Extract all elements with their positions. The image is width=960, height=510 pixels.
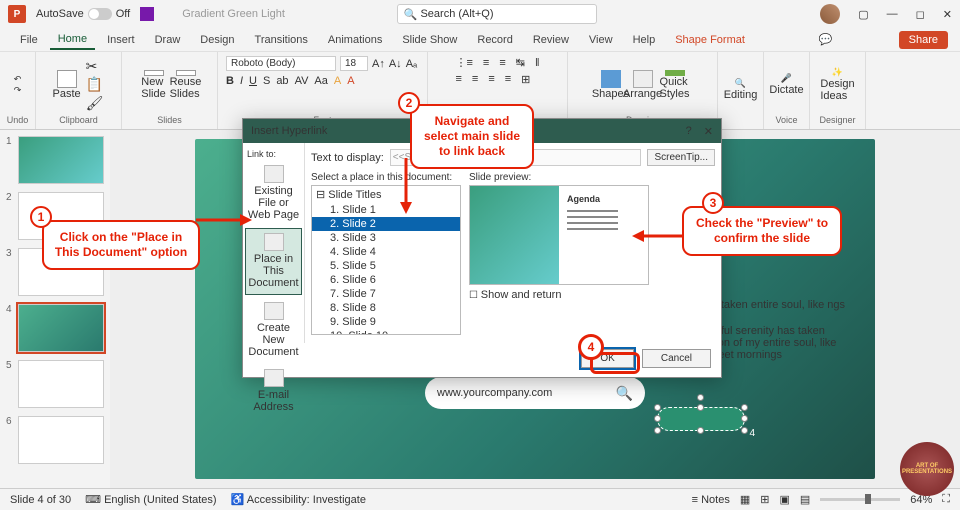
- watermark-logo: ART OF PRESENTATIONS: [900, 442, 954, 496]
- fit-to-window-icon[interactable]: ⛶: [942, 493, 950, 506]
- share-button[interactable]: Share: [899, 31, 948, 49]
- language-status[interactable]: ⌨ English (United States): [85, 493, 216, 506]
- link-existing-file[interactable]: Existing File or Web Page: [245, 161, 302, 225]
- search-icon: 🔍: [616, 385, 633, 402]
- screentip-button[interactable]: ScreenTip...: [647, 149, 715, 166]
- view-normal-icon[interactable]: ▦: [740, 493, 750, 506]
- document-title: Gradient Green Light: [182, 8, 285, 20]
- paste-button[interactable]: Paste: [54, 70, 80, 100]
- link-place-in-document[interactable]: Place in This Document: [245, 228, 302, 294]
- slide-preview: Agenda: [469, 185, 649, 285]
- zoom-slider[interactable]: [820, 498, 900, 501]
- dictate-button[interactable]: 🎤Dictate: [774, 70, 800, 100]
- notes-button[interactable]: ≡ Notes: [692, 494, 730, 506]
- tab-record[interactable]: Record: [469, 31, 520, 49]
- dialog-help-icon[interactable]: ?: [686, 125, 692, 138]
- tab-insert[interactable]: Insert: [99, 31, 143, 49]
- slide-page-number: 4: [749, 428, 755, 439]
- annotation-number-1: 1: [30, 206, 52, 228]
- annotation-number-4: 4: [578, 334, 604, 360]
- thumb-5[interactable]: [18, 360, 104, 408]
- comments-icon[interactable]: 💬: [819, 33, 833, 46]
- thumb-4[interactable]: [18, 304, 104, 352]
- app-logo: P: [8, 5, 26, 23]
- tab-view[interactable]: View: [581, 31, 621, 49]
- font-name-select[interactable]: Roboto (Body): [226, 56, 336, 71]
- new-slide-button[interactable]: New Slide: [141, 70, 167, 100]
- close-icon[interactable]: ✕: [943, 8, 952, 21]
- search-input[interactable]: 🔍 Search (Alt+Q): [397, 4, 597, 24]
- ribbon-options-icon[interactable]: ▢: [858, 8, 868, 21]
- slide-search-box: www.yourcompany.com🔍: [425, 377, 645, 409]
- title-bar: P AutoSave Off Gradient Green Light 🔍 Se…: [0, 0, 960, 28]
- view-reading-icon[interactable]: ▣: [779, 493, 789, 506]
- maximize-icon[interactable]: ◻: [916, 8, 925, 21]
- dialog-close-icon[interactable]: ✕: [704, 125, 713, 138]
- status-bar: Slide 4 of 30 ⌨ English (United States) …: [0, 488, 960, 510]
- font-size-select[interactable]: 18: [340, 56, 368, 71]
- link-to-sidebar: Link to: Existing File or Web Page Place…: [243, 143, 305, 343]
- annotation-number-2: 2: [398, 92, 420, 114]
- editing-button[interactable]: 🔍Editing: [728, 75, 754, 105]
- reuse-slides-button[interactable]: Reuse Slides: [173, 70, 199, 100]
- tab-animations[interactable]: Animations: [320, 31, 390, 49]
- thumb-6[interactable]: [18, 416, 104, 464]
- view-sorter-icon[interactable]: ⊞: [760, 493, 769, 506]
- quick-styles-button[interactable]: Quick Styles: [662, 70, 688, 100]
- tab-help[interactable]: Help: [625, 31, 664, 49]
- tab-slideshow[interactable]: Slide Show: [394, 31, 465, 49]
- autosave-toggle[interactable]: AutoSave Off: [36, 8, 130, 20]
- accessibility-status[interactable]: ♿ Accessibility: Investigate: [231, 493, 366, 506]
- tab-file[interactable]: File: [12, 31, 46, 49]
- undo-icon[interactable]: ↶↷: [5, 70, 31, 100]
- slide-list[interactable]: ⊟ Slide Titles 1. Slide 1 2. Slide 2 3. …: [311, 185, 461, 335]
- tab-draw[interactable]: Draw: [147, 31, 189, 49]
- tab-transitions[interactable]: Transitions: [247, 31, 316, 49]
- tab-design[interactable]: Design: [192, 31, 242, 49]
- link-create-new[interactable]: Create New Document: [245, 298, 302, 362]
- selected-shape[interactable]: [657, 407, 745, 431]
- menu-bar: File Home Insert Draw Design Transitions…: [0, 28, 960, 52]
- annotation-callout-1: Click on the "Place in This Document" op…: [42, 220, 200, 270]
- annotation-number-3: 3: [702, 192, 724, 214]
- annotation-callout-2: Navigate and select main slide to link b…: [410, 104, 534, 169]
- show-and-return-checkbox[interactable]: ☐ Show and return: [469, 289, 715, 301]
- tab-shape-format[interactable]: Shape Format: [667, 31, 753, 49]
- tab-home[interactable]: Home: [50, 30, 95, 50]
- design-ideas-button[interactable]: ✨Design Ideas: [825, 70, 851, 100]
- toggle-icon[interactable]: [88, 8, 112, 20]
- minimize-icon[interactable]: —: [887, 8, 898, 20]
- save-icon[interactable]: [140, 7, 154, 21]
- annotation-callout-3: Check the "Preview" to confirm the slide: [682, 206, 842, 256]
- user-avatar[interactable]: [820, 4, 840, 24]
- cancel-button[interactable]: Cancel: [642, 349, 711, 368]
- slide-thumbnails[interactable]: 1 2 3 4 5 6: [0, 130, 110, 488]
- slide-counter[interactable]: Slide 4 of 30: [10, 494, 71, 506]
- arrange-button[interactable]: Arrange: [630, 70, 656, 100]
- link-email[interactable]: E-mail Address: [245, 365, 302, 417]
- shapes-button[interactable]: Shapes: [598, 70, 624, 100]
- thumb-1[interactable]: [18, 136, 104, 184]
- tab-review[interactable]: Review: [525, 31, 577, 49]
- view-slideshow-icon[interactable]: ▤: [800, 493, 810, 506]
